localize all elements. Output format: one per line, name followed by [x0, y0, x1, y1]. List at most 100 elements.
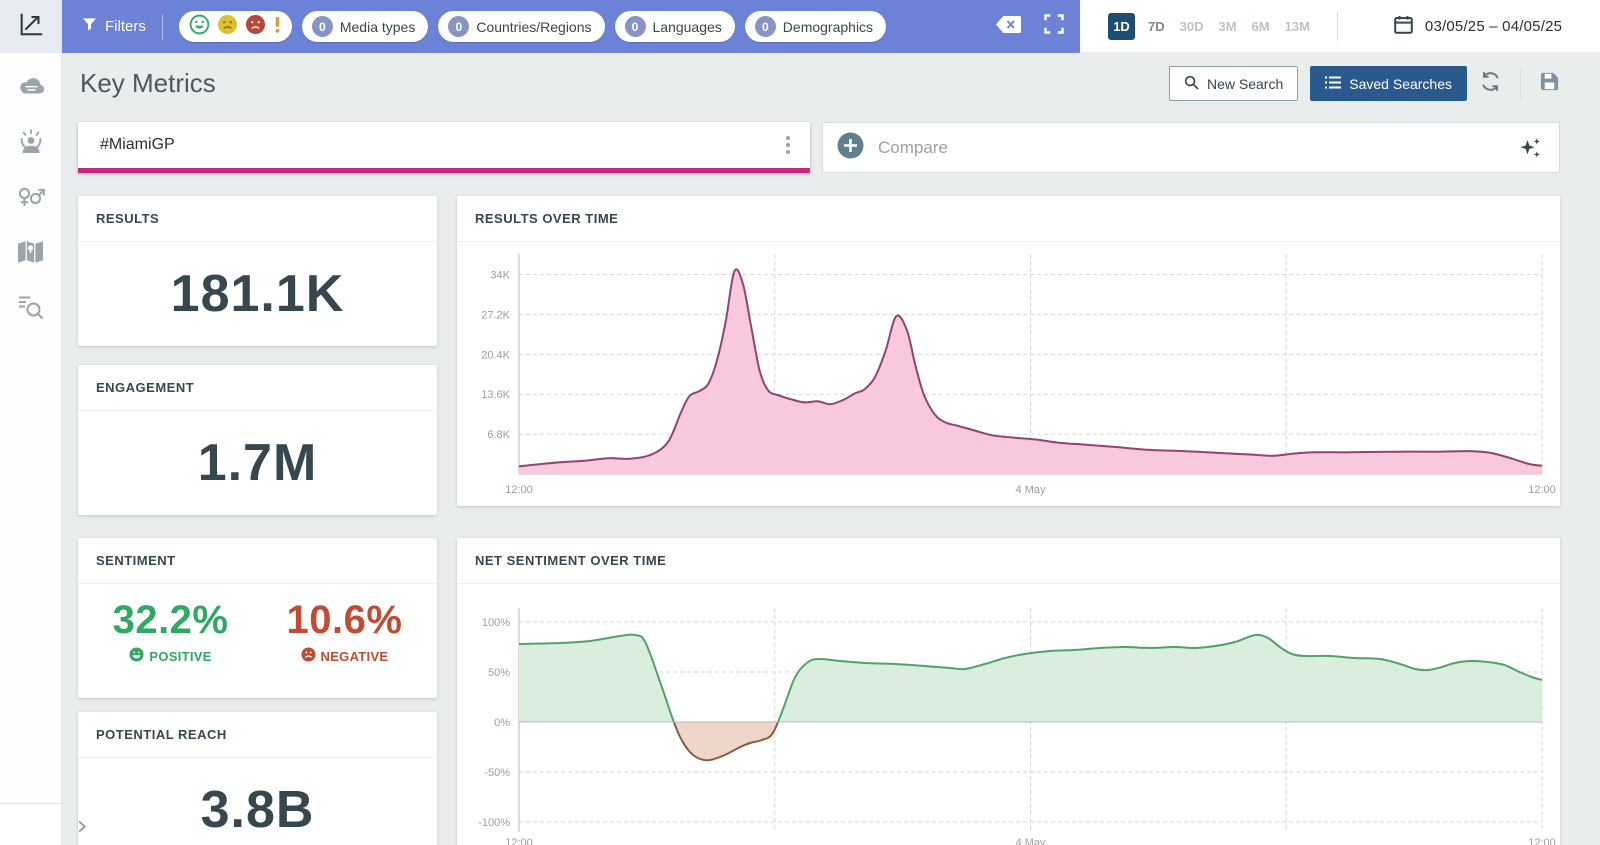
engagement-card-title: ENGAGEMENT	[78, 365, 437, 411]
demographics-filter-pill[interactable]: 0 Demographics	[745, 11, 886, 42]
save-floppy-icon	[1539, 71, 1560, 97]
page-title: Key Metrics	[80, 68, 216, 99]
positive-face-icon	[129, 647, 144, 665]
engagement-value: 1.7M	[198, 433, 318, 493]
svg-text:4 May: 4 May	[1016, 837, 1046, 845]
results-over-time-card: RESULTS OVER TIME 34K27.2K20.4K13.6K6.8K…	[457, 196, 1560, 506]
neutral-face-icon	[217, 14, 238, 40]
gender-icons	[17, 185, 45, 213]
page-header: Key Metrics New Search Sav	[80, 66, 1560, 101]
chevron-right-icon	[75, 820, 88, 838]
sidebar-item-results-search[interactable]	[17, 295, 45, 323]
calendar-icon	[1394, 15, 1413, 38]
potential-reach-value: 3.8B	[201, 780, 315, 840]
countries-regions-filter-pill[interactable]: 0 Countries/Regions	[438, 11, 604, 42]
ai-sparkles-icon[interactable]	[1519, 136, 1541, 160]
new-search-button[interactable]: New Search	[1169, 66, 1298, 101]
results-card: RESULTS 181.1K	[78, 196, 437, 346]
demographics-count-badge: 0	[755, 16, 776, 37]
net-sentiment-over-time-title: NET SENTIMENT OVER TIME	[457, 538, 1560, 584]
svg-text:100%: 100%	[482, 617, 510, 629]
languages-label: Languages	[653, 19, 725, 35]
backspace-clear-icon	[995, 15, 1022, 39]
time-range-7d[interactable]: 7D	[1148, 19, 1165, 34]
net-sentiment-over-time-card: NET SENTIMENT OVER TIME 100%50%0%-50%-10…	[457, 538, 1560, 845]
time-range-1d[interactable]: 1D	[1108, 13, 1135, 40]
media-types-count-badge: 0	[312, 16, 333, 37]
compare-input[interactable]: Compare	[822, 122, 1560, 173]
sidebar-item-world-map[interactable]	[17, 240, 45, 268]
sentiment-card: SENTIMENT 32.2% POSITIVE 10.6%	[78, 538, 437, 698]
languages-filter-pill[interactable]: 0 Languages	[615, 11, 735, 42]
fullscreen-icon	[1044, 14, 1064, 39]
save-button[interactable]	[1539, 71, 1560, 97]
time-range-3m[interactable]: 3M	[1218, 19, 1236, 34]
negative-face-icon	[301, 647, 316, 665]
svg-text:12:00: 12:00	[1528, 484, 1556, 496]
expand-sidebar-button[interactable]	[70, 818, 92, 840]
svg-text:0%: 0%	[494, 717, 510, 729]
svg-text:27.2K: 27.2K	[481, 309, 510, 321]
potential-reach-card-title: POTENTIAL REACH	[78, 712, 437, 758]
divider	[1337, 11, 1338, 41]
search-query-card[interactable]: #MiamiGP	[78, 122, 810, 173]
sidebar	[0, 0, 62, 845]
key-metrics-dashboard: Filters	[0, 0, 1600, 845]
topbar: Filters	[62, 0, 1600, 53]
svg-text:6.8K: 6.8K	[487, 429, 510, 441]
svg-text:12:00: 12:00	[505, 484, 533, 496]
compare-placeholder: Compare	[878, 138, 948, 158]
refresh-icon	[1479, 70, 1502, 98]
sentiment-filter-pill[interactable]	[179, 11, 292, 42]
time-range-13m[interactable]: 13M	[1285, 19, 1310, 34]
app-logo[interactable]	[0, 0, 61, 53]
sentiment-card-title: SENTIMENT	[78, 538, 437, 584]
countries-count-badge: 0	[448, 16, 469, 37]
query-menu-button[interactable]	[780, 130, 796, 160]
divider	[1520, 69, 1521, 99]
time-range-bar: 1D 7D 30D 3M 6M 13M 03/05/25 – 04/05/25	[1080, 0, 1600, 53]
alert-exclamation-icon	[273, 14, 282, 40]
negative-label: NEGATIVE	[321, 649, 389, 664]
saved-searches-button[interactable]: Saved Searches	[1310, 66, 1467, 101]
sidebar-footer	[0, 803, 61, 845]
filters-label: Filters	[105, 18, 146, 35]
search-row: #MiamiGP Compare	[78, 122, 1560, 173]
media-types-filter-pill[interactable]: 0 Media types	[302, 11, 428, 42]
svg-text:12:00: 12:00	[505, 837, 533, 845]
sidebar-item-word-cloud[interactable]	[17, 75, 45, 103]
date-range-picker[interactable]: 03/05/25 – 04/05/25	[1394, 15, 1562, 38]
svg-text:-100%: -100%	[478, 817, 510, 829]
results-value: 181.1K	[171, 264, 345, 324]
saved-searches-label: Saved Searches	[1349, 76, 1452, 92]
svg-text:13.6K: 13.6K	[481, 389, 510, 401]
svg-text:12:00: 12:00	[1528, 837, 1556, 845]
potential-reach-card: POTENTIAL REACH 3.8B	[78, 712, 437, 845]
engagement-card: ENGAGEMENT 1.7M	[78, 365, 437, 515]
refresh-button[interactable]	[1479, 70, 1502, 98]
list-icon	[1325, 76, 1341, 92]
new-search-label: New Search	[1207, 76, 1283, 92]
results-over-time-title: RESULTS OVER TIME	[457, 196, 1560, 242]
clear-filters-button[interactable]	[995, 15, 1022, 39]
svg-text:50%: 50%	[488, 667, 510, 679]
results-over-time-chart: 34K27.2K20.4K13.6K6.8K12:004 May12:00	[457, 242, 1560, 506]
sidebar-item-demographics[interactable]	[17, 185, 45, 213]
divider	[162, 14, 163, 40]
influencer-icon	[18, 129, 44, 160]
demographics-label: Demographics	[783, 19, 876, 35]
sidebar-item-influencers[interactable]	[17, 130, 45, 158]
trend-chart-logo-icon	[17, 10, 45, 43]
time-range-30d[interactable]: 30D	[1180, 19, 1204, 34]
funnel-icon	[82, 17, 97, 36]
filters-button[interactable]: Filters	[82, 17, 146, 36]
svg-text:34K: 34K	[490, 270, 510, 282]
negative-sentiment-value: 10.6%	[287, 598, 403, 643]
fullscreen-button[interactable]	[1044, 14, 1064, 39]
map-icon	[17, 240, 44, 269]
search-query-value: #MiamiGP	[100, 136, 175, 154]
word-cloud-icon	[17, 76, 45, 102]
countries-label: Countries/Regions	[476, 19, 594, 35]
time-range-6m[interactable]: 6M	[1252, 19, 1270, 34]
search-icon	[1184, 75, 1199, 93]
